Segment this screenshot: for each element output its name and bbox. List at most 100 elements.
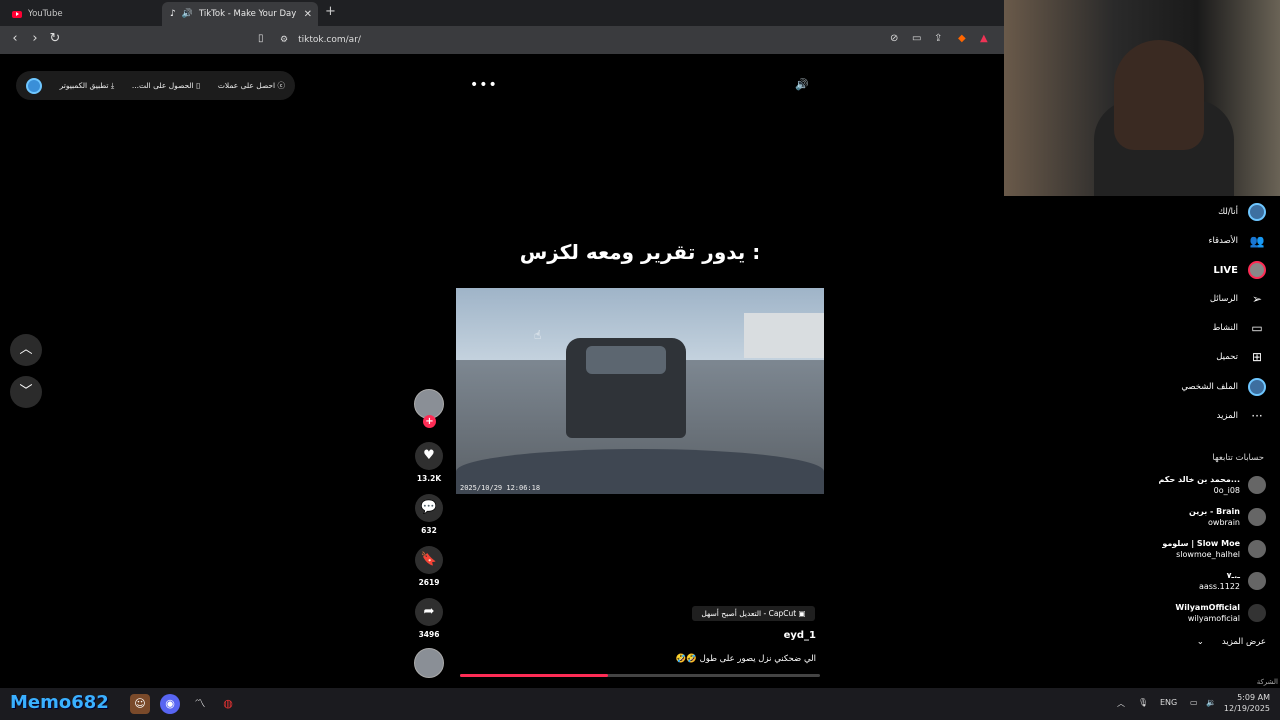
music-disc[interactable]: [412, 648, 446, 678]
avatar: [1248, 572, 1266, 590]
messages-icon: ➢: [1251, 292, 1263, 306]
cast-icon[interactable]: ▭: [912, 33, 921, 44]
upload-icon: ⊞: [1251, 350, 1263, 364]
following-header: حسابات تتابعها: [1212, 453, 1264, 463]
speaker-icon: 🔊: [181, 9, 193, 19]
following-account[interactable]: ـ.ـ٧ aass.1122: [1199, 570, 1266, 592]
chevron-down-icon: ⌄: [1196, 637, 1204, 647]
comment-action[interactable]: 💬 632: [412, 494, 446, 535]
bookmark-icon[interactable]: ▯: [258, 33, 264, 44]
save-action[interactable]: 🔖 2619: [412, 546, 446, 587]
get-coins-link[interactable]: ⓒ احصل على عملات: [218, 80, 285, 91]
webcam-overlay: [1004, 0, 1280, 196]
sidebar-item-more[interactable]: ··· المزيد: [1217, 407, 1266, 425]
music-disc-avatar[interactable]: [414, 648, 444, 678]
author-name[interactable]: eyd_1: [760, 630, 816, 641]
network-icon[interactable]: ▭: [1190, 698, 1198, 707]
microphone-icon[interactable]: 🎙: [1138, 698, 1148, 707]
avatar: [1248, 540, 1266, 558]
rewards-icon[interactable]: ▲: [980, 33, 988, 44]
tray-chevron-icon[interactable]: ︿: [1117, 698, 1125, 709]
friends-icon: 👥: [1249, 234, 1265, 248]
sidebar-item-activity[interactable]: ▭ النشاط: [1212, 319, 1266, 337]
get-app-link[interactable]: ▯ الحصول على الت...: [132, 81, 200, 90]
sidebar-item-live[interactable]: LIVE: [1213, 261, 1266, 279]
sidebar-item-upload[interactable]: ⊞ تحميل: [1216, 348, 1266, 366]
avatar: [1248, 476, 1266, 494]
forward-button[interactable]: ›: [26, 31, 44, 46]
like-action[interactable]: ♥ 13.2K: [412, 442, 446, 483]
next-video-button[interactable]: ﹀: [10, 376, 42, 408]
like-count: 13.2K: [416, 474, 442, 483]
webcam-person-head: [1114, 40, 1204, 150]
share-action[interactable]: ➦ 3496: [412, 598, 446, 639]
sidebar-item-foryou[interactable]: أنا/لك: [1218, 203, 1266, 221]
new-tab-button[interactable]: +: [325, 4, 336, 19]
comment-count: 632: [421, 526, 437, 535]
following-account[interactable]: برين - Brain owbrain: [1189, 506, 1266, 528]
share-icon[interactable]: ⇪: [934, 33, 942, 44]
hand-cursor-icon: ☝: [534, 328, 542, 342]
tab-label: TikTok - Make Your Day: [198, 9, 297, 19]
see-more-button[interactable]: عرض المزيد ⌄: [1197, 637, 1266, 647]
tiktok-logo-icon[interactable]: [26, 77, 43, 94]
capcut-badge[interactable]: ▣ CapCut - التعديل أصبح أسهل: [692, 606, 815, 621]
follow-plus-icon[interactable]: +: [423, 415, 436, 428]
activity-icon: ▭: [1251, 321, 1263, 335]
share-arrow-icon[interactable]: ➦: [415, 598, 443, 626]
language-indicator[interactable]: ENG: [1160, 698, 1177, 707]
browser-toolbar: ‹ › ↻ ▯ ⚙ tiktok.com/ar/ ⊘ ▭ ⇪ ◆ ▲: [0, 26, 1004, 54]
tiktok-icon: ♪: [170, 9, 176, 19]
reload-button[interactable]: ↻: [46, 31, 64, 46]
no-tracking-icon[interactable]: ⊘: [890, 33, 898, 44]
more-icon: ···: [1251, 409, 1263, 423]
sidebar-item-messages[interactable]: ➢ الرسائل: [1210, 290, 1266, 308]
video-caption: يدور تقرير ومعه لكزس :: [519, 240, 761, 264]
sidebar-item-profile[interactable]: الملف الشخصي: [1181, 378, 1266, 396]
progress-fill: [460, 674, 608, 677]
tab-youtube[interactable]: YouTube: [4, 2, 160, 26]
sidebar-item-friends[interactable]: 👥 الأصدقاء: [1208, 232, 1266, 250]
video-progress-bar[interactable]: [460, 674, 820, 677]
share-count: 3496: [418, 630, 440, 639]
app-avatar-icon[interactable]: ☺: [130, 694, 150, 714]
following-account[interactable]: WilyamOfficial wilyamoficial: [1175, 602, 1266, 624]
profile-icon: [1248, 378, 1266, 396]
heart-icon[interactable]: ♥: [415, 442, 443, 470]
discord-icon[interactable]: ◉: [160, 694, 180, 714]
site-info-icon[interactable]: ⚙: [280, 35, 288, 45]
app-chart-icon[interactable]: 〽: [190, 694, 210, 714]
video-player[interactable]: ☝ 2025/10/29 12:06:18: [456, 288, 824, 494]
volume-tray-icon[interactable]: 🔉: [1206, 698, 1216, 707]
brave-shield-icon[interactable]: ◆: [958, 33, 966, 44]
address-bar[interactable]: ⚙ tiktok.com/ar/: [280, 31, 361, 49]
obs-record-icon[interactable]: ◍: [218, 694, 238, 714]
windows-taskbar: Memo682 ☺ ◉ 〽 ◍ ︿ 🎙 ENG ▭ 🔉 5:09 AM 12/1…: [0, 688, 1280, 720]
desktop-app-link[interactable]: ⤓ تطبيق الكمبيوتر: [60, 81, 115, 91]
tiktok-topbar: ⓒ احصل على عملات ▯ الحصول على الت... ⤓ ت…: [16, 71, 295, 100]
comment-icon[interactable]: 💬: [415, 494, 443, 522]
close-tab-icon[interactable]: ✕: [304, 9, 312, 20]
previous-video-button[interactable]: ︿: [10, 334, 42, 366]
tab-tiktok[interactable]: ♪ 🔊 TikTok - Make Your Day ✕: [162, 2, 318, 26]
video-frame-building: [744, 313, 824, 358]
volume-icon[interactable]: 🔊: [795, 78, 809, 91]
creator-avatar[interactable]: +: [412, 389, 446, 428]
avatar: [1248, 604, 1266, 622]
video-timestamp: 2025/10/29 12:06:18: [460, 484, 541, 492]
live-icon: [1248, 261, 1266, 279]
more-options-icon[interactable]: •••: [470, 77, 498, 93]
system-clock[interactable]: 5:09 AM 12/19/2025: [1224, 692, 1270, 714]
for-you-icon: [1248, 203, 1266, 221]
footer-company-link[interactable]: الشركة: [1257, 678, 1278, 686]
browser-tabstrip: YouTube ♪ 🔊 TikTok - Make Your Day ✕ +: [0, 0, 1004, 26]
following-account[interactable]: سلومو | Slow Moe slowmoe_halhel: [1162, 538, 1266, 560]
memo-overlay-text: Memo682: [10, 692, 109, 713]
url-text: tiktok.com/ar/: [298, 35, 361, 45]
back-button[interactable]: ‹: [6, 31, 24, 46]
avatar: [1248, 508, 1266, 526]
following-account[interactable]: محمد بن خالد حكم... 0o_i08: [1159, 474, 1266, 496]
video-description: الي ضحكني نزل يصور على طول 🤣🤣: [675, 654, 816, 664]
tab-label: YouTube: [28, 9, 63, 19]
bookmark-save-icon[interactable]: 🔖: [415, 546, 443, 574]
